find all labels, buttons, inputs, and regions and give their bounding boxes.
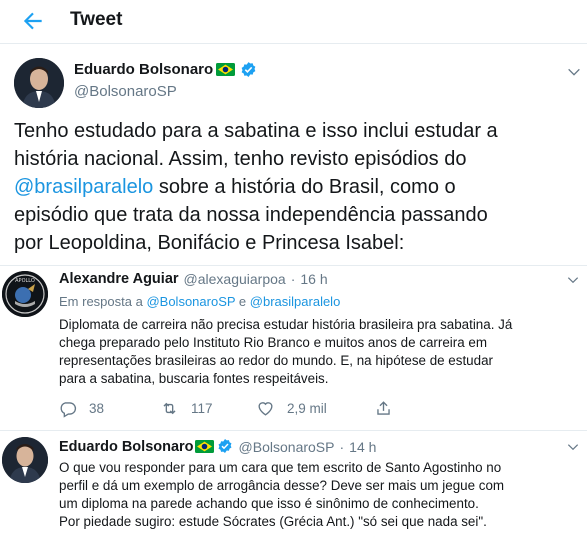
tweet-text-line: @brasilparalelo sobre a história do Bras… bbox=[14, 176, 456, 198]
reply-text: O que vou responder para um cara que tem… bbox=[59, 460, 505, 529]
brazil-flag-icon bbox=[216, 63, 236, 76]
retweet-count: 117 bbox=[191, 401, 213, 416]
retweet-button[interactable]: 117 bbox=[160, 399, 213, 418]
tweet-text-line: episódio que trata da nossa independênci… bbox=[14, 204, 488, 226]
like-icon bbox=[258, 402, 273, 416]
divider bbox=[0, 430, 587, 431]
mention-link[interactable]: @brasilparalelo bbox=[250, 294, 341, 309]
reply-author-name[interactable]: Eduardo Bolsonaro bbox=[59, 439, 194, 455]
main-author: Eduardo Bolsonaro bbox=[74, 61, 257, 78]
reply-time[interactable]: 16 h bbox=[300, 271, 327, 287]
share-button[interactable] bbox=[374, 399, 405, 418]
reply-icon bbox=[60, 402, 77, 418]
caret-down-icon[interactable] bbox=[566, 64, 582, 80]
dot-separator: · bbox=[339, 438, 345, 455]
author-name[interactable]: Eduardo Bolsonaro bbox=[74, 61, 213, 78]
reply-button[interactable]: 38 bbox=[58, 399, 104, 418]
mention-link[interactable]: @BolsonaroSP bbox=[146, 294, 235, 309]
reply-author-handle[interactable]: @alexaguiarpoa bbox=[184, 271, 286, 287]
verified-badge-icon bbox=[240, 61, 257, 78]
reply-time[interactable]: 14 h bbox=[349, 439, 376, 455]
in-reply-to: Em resposta a @BolsonaroSP e @brasilpara… bbox=[59, 294, 341, 309]
reply-actions: 38 117 2,9 mil bbox=[58, 399, 478, 421]
page-title: Tweet bbox=[70, 9, 123, 30]
tweet-text-line: história nacional. Assim, tenho revisto … bbox=[14, 148, 467, 170]
author-handle[interactable]: @BolsonaroSP bbox=[74, 83, 177, 100]
verified-badge-icon bbox=[217, 438, 234, 455]
reply-avatar[interactable] bbox=[2, 437, 48, 483]
like-button[interactable]: 2,9 mil bbox=[256, 399, 327, 418]
reply-header: Alexandre Aguiar @alexaguiarpoa · 16 h bbox=[59, 271, 328, 287]
back-arrow-icon[interactable] bbox=[20, 8, 46, 34]
reply-author-handle[interactable]: @BolsonaroSP bbox=[239, 439, 335, 455]
tweet-text: Tenho estudado para a sabatina e isso in… bbox=[14, 117, 586, 257]
caret-down-icon[interactable] bbox=[566, 440, 580, 454]
like-count: 2,9 mil bbox=[287, 401, 327, 416]
dot-separator: · bbox=[290, 271, 296, 287]
brazil-flag-icon bbox=[194, 440, 214, 453]
top-bar: Tweet bbox=[0, 0, 587, 44]
caret-down-icon[interactable] bbox=[566, 273, 580, 287]
retweet-icon bbox=[163, 402, 176, 415]
main-author-avatar[interactable] bbox=[14, 58, 64, 108]
reply-count: 38 bbox=[89, 401, 105, 416]
mention-link[interactable]: @brasilparalelo bbox=[14, 176, 153, 198]
reply-author-name[interactable]: Alexandre Aguiar bbox=[59, 271, 179, 287]
share-icon bbox=[377, 401, 390, 415]
tweet-text-line: por Leopoldina, Bonifácio e Princesa Isa… bbox=[14, 232, 405, 254]
reply-text: Diplomata de carreira não precisa estuda… bbox=[59, 317, 513, 386]
svg-text:APOLLO: APOLLO bbox=[15, 278, 35, 284]
reply-header: Eduardo Bolsonaro @BolsonaroSP · 14 h bbox=[59, 438, 376, 455]
reply-avatar[interactable]: APOLLO bbox=[2, 271, 48, 317]
tweet-text-line: Tenho estudado para a sabatina e isso in… bbox=[14, 120, 498, 142]
divider bbox=[0, 265, 587, 266]
